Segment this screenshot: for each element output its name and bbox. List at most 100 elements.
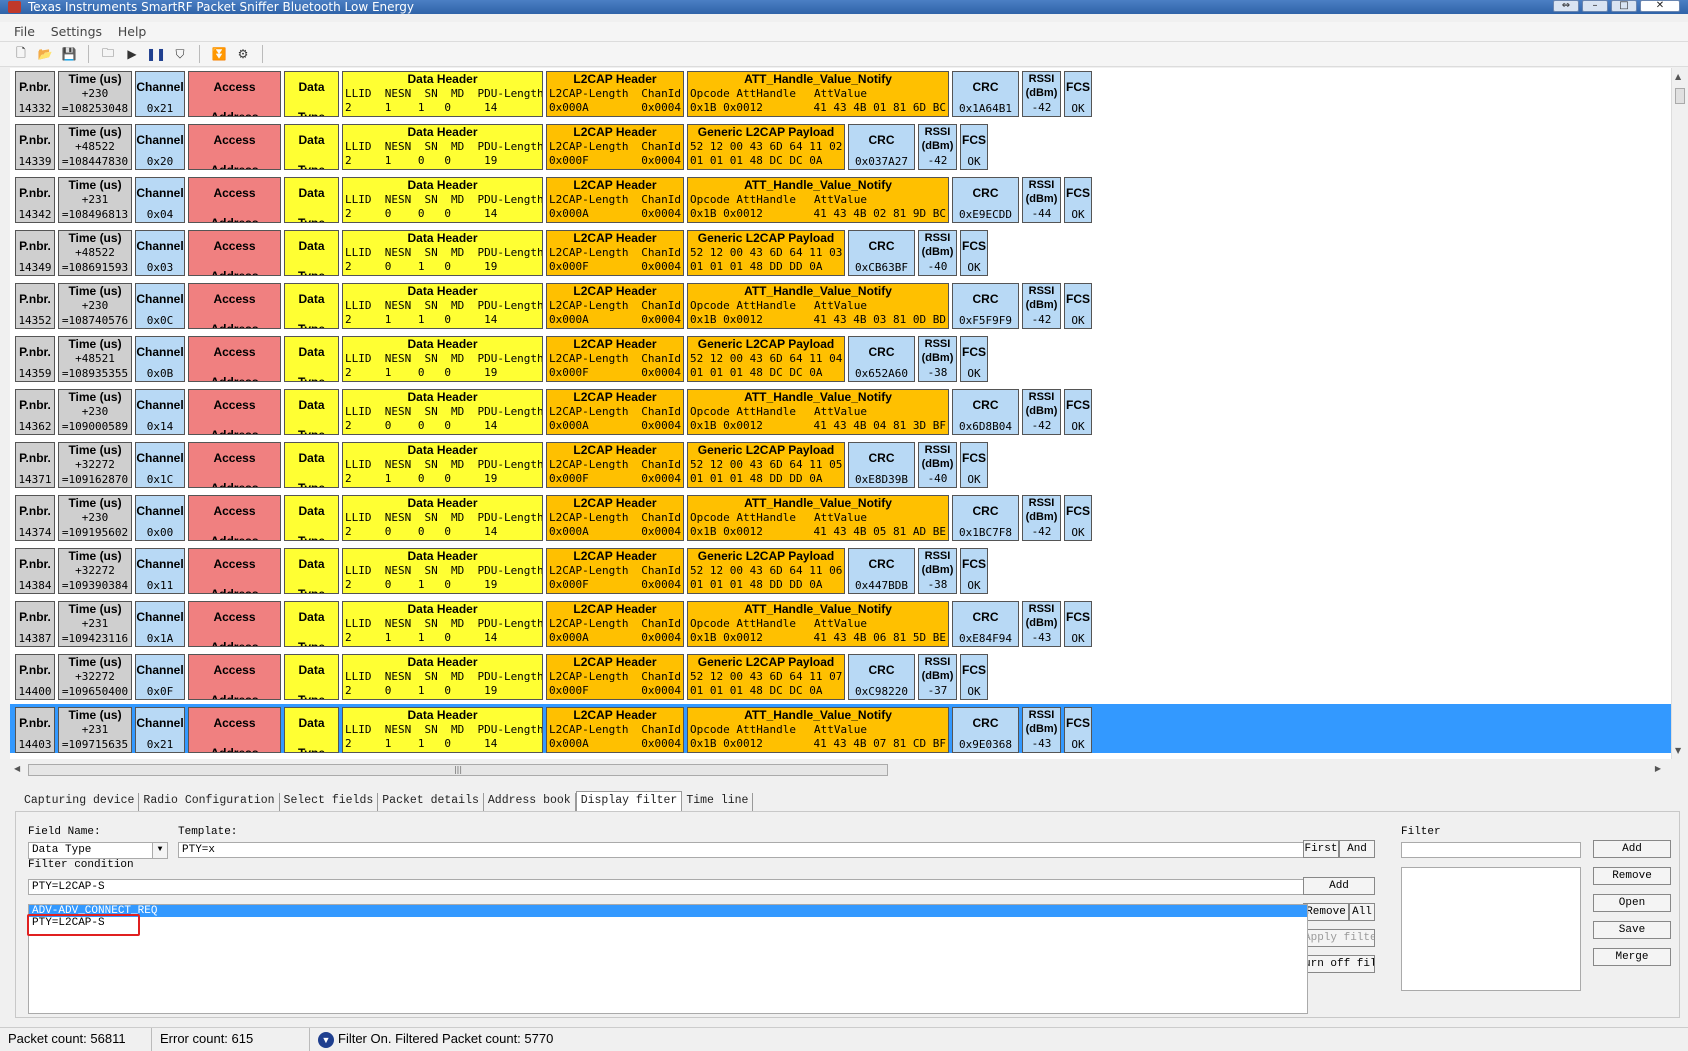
hscroll-thumb[interactable]: ||| xyxy=(28,764,888,776)
add-filter-button[interactable]: Add xyxy=(1593,840,1671,858)
rssi-header: RSSI xyxy=(924,444,951,456)
remove-filter-button[interactable]: Remove xyxy=(1593,867,1671,885)
pause-icon[interactable]: ❚❚ xyxy=(146,45,166,63)
open-folder-icon[interactable]: 📂 xyxy=(36,45,54,63)
time-cell: Time (us) +32272 =109390384 xyxy=(58,548,132,594)
pnbr-header: P.nbr. xyxy=(19,292,51,306)
att-value-label: AttValue xyxy=(813,87,867,100)
and-button[interactable]: And xyxy=(1339,840,1375,858)
tab-radio-configuration[interactable]: Radio Configuration xyxy=(139,793,280,811)
close-button[interactable]: ✕ xyxy=(1640,0,1680,12)
crc-cell: CRC 0xC98220 xyxy=(848,654,915,700)
data-header-cell: Data Header LLID NESN SN MD PDU-Length 2 1… xyxy=(342,71,543,117)
time-value: =109423116 xyxy=(61,632,129,645)
packet-row[interactable]: P.nbr. 14403 Time (us) +231 =109715635 Channe… xyxy=(10,704,1671,753)
list-item[interactable]: PTY=L2CAP-S xyxy=(29,917,1307,929)
vertical-scrollbar[interactable]: ▲ ▼ xyxy=(1671,68,1688,759)
att-title: ATT_Handle_Value_Notify xyxy=(744,284,892,298)
scroll-down-icon[interactable]: ▼ xyxy=(1675,746,1681,755)
packet-list[interactable]: P.nbr. 14332 Time (us) +230 =108253048 Channe… xyxy=(10,68,1671,759)
template-input[interactable]: PTY=x xyxy=(178,842,1308,858)
fcs-value: OK xyxy=(967,261,981,274)
packet-row[interactable]: P.nbr. 14342 Time (us) +231 =108496813 Channe… xyxy=(10,174,1671,223)
tab-time-line[interactable]: Time line xyxy=(682,793,754,811)
merge-filter-button[interactable]: Merge xyxy=(1593,948,1671,966)
time-value: =109000589 xyxy=(61,420,129,433)
packet-row[interactable]: P.nbr. 14384 Time (us) +32272 =109390384 Chan… xyxy=(10,545,1671,594)
rssi-header: RSSI xyxy=(1028,285,1055,297)
horizontal-scrollbar[interactable]: ◀ ||| ▶ xyxy=(10,762,1671,779)
new-file-icon[interactable]: 🗋 xyxy=(12,45,30,63)
filter-condition-input[interactable]: PTY=L2CAP-S xyxy=(28,879,1308,895)
toolbar-separator xyxy=(199,45,200,63)
remove-condition-button[interactable]: Remove xyxy=(1303,903,1349,921)
packet-row[interactable]: P.nbr. 14339 Time (us) +48522 =108447830 Chan… xyxy=(10,121,1671,170)
tab-select-fields[interactable]: Select fields xyxy=(280,793,379,811)
data-type-cell: Data TypeL2CAP-S xyxy=(284,177,339,223)
tab-packet-details[interactable]: Packet details xyxy=(378,793,484,811)
tab-display-filter[interactable]: Display filter xyxy=(575,791,683,811)
settings-icon[interactable]: ⚙ xyxy=(234,45,252,63)
chevron-down-icon[interactable]: ▼ xyxy=(152,843,167,858)
template-label: Template: xyxy=(178,826,238,838)
saved-filters-list[interactable] xyxy=(1401,867,1581,991)
maximize-button[interactable]: □ xyxy=(1611,0,1637,12)
filter-label: Filter xyxy=(1401,826,1441,838)
channel-cell: Channel 0x0C xyxy=(135,283,185,329)
data-header-fields: LLID NESN SN MD PDU-Length xyxy=(345,670,543,683)
data-header-fields: LLID NESN SN MD PDU-Length xyxy=(345,723,543,736)
packet-row[interactable]: P.nbr. 14352 Time (us) +230 =108740576 Channe… xyxy=(10,280,1671,329)
minimize-button[interactable]: – xyxy=(1582,0,1608,12)
packet-row[interactable]: P.nbr. 14387 Time (us) +231 =109423116 Channe… xyxy=(10,598,1671,647)
first-button[interactable]: First xyxy=(1303,840,1339,858)
list-item[interactable]: ADV-ADV_CONNECT_REQ xyxy=(29,905,1307,917)
rssi-unit: (dBm) xyxy=(921,564,954,576)
clear-icon[interactable]: ⛉ xyxy=(171,45,189,63)
scroll-right-icon[interactable]: ▶ xyxy=(1655,764,1661,773)
menu-file[interactable]: File xyxy=(0,22,41,42)
att-value: 41 43 4B 07 81 CD BF xyxy=(813,737,946,750)
pnbr-header: P.nbr. xyxy=(19,716,51,730)
data-header-fields: LLID NESN SN MD PDU-Length xyxy=(345,564,543,577)
data-header-cell: Data Header LLID NESN SN MD PDU-Length 2 0… xyxy=(342,654,543,700)
rssi-value: -43 xyxy=(1031,737,1052,750)
pnbr-cell: P.nbr. 14371 xyxy=(15,442,55,488)
apply-filter-button[interactable]: Apply filter xyxy=(1303,929,1375,947)
packet-row[interactable]: P.nbr. 14374 Time (us) +230 =109195602 Channe… xyxy=(10,492,1671,541)
save-icon[interactable]: 💾 xyxy=(60,45,78,63)
add-condition-button[interactable]: Add xyxy=(1303,877,1375,895)
packet-row[interactable]: P.nbr. 14359 Time (us) +48521 =108935355 Chan… xyxy=(10,333,1671,382)
channel-header: Channel xyxy=(136,239,184,253)
att-notify-cell: ATT_Handle_Value_Notify Opcode AttHandle A… xyxy=(687,707,949,753)
scroll-thumb[interactable] xyxy=(1675,88,1685,104)
folder-icon[interactable]: 🗀 xyxy=(99,45,117,63)
autoscroll-icon[interactable]: ⏬ xyxy=(210,45,228,63)
play-icon[interactable]: ▶ xyxy=(123,45,141,63)
l2cap-length-label: L2CAP-Length xyxy=(549,670,629,683)
att-opcode-label: Opcode AttHandle xyxy=(690,87,796,100)
att-notify-cell: ATT_Handle_Value_Notify Opcode AttHandle A… xyxy=(687,71,949,117)
packet-row[interactable]: P.nbr. 14400 Time (us) +32272 =109650400 Chan… xyxy=(10,651,1671,700)
tab-address-book[interactable]: Address book xyxy=(484,793,576,811)
save-filter-button[interactable]: Save xyxy=(1593,921,1671,939)
field-name-select[interactable]: Data Type ▼ xyxy=(28,842,168,859)
remove-all-button[interactable]: All xyxy=(1349,903,1375,921)
packet-row[interactable]: P.nbr. 14332 Time (us) +230 =108253048 Channe… xyxy=(10,68,1671,117)
tab-capturing-device[interactable]: Capturing device xyxy=(20,793,140,811)
scroll-up-icon[interactable]: ▲ xyxy=(1675,72,1681,81)
scroll-left-icon[interactable]: ◀ xyxy=(14,764,20,773)
rssi-cell: RSSI (dBm) -37 xyxy=(918,654,957,700)
packet-row[interactable]: P.nbr. 14349 Time (us) +48522 =108691593 Chan… xyxy=(10,227,1671,276)
menu-help[interactable]: Help xyxy=(112,22,153,42)
packet-row[interactable]: P.nbr. 14371 Time (us) +32272 =109162870 Chan… xyxy=(10,439,1671,488)
menu-settings[interactable]: Settings xyxy=(45,22,108,42)
open-filter-button[interactable]: Open xyxy=(1593,894,1671,912)
crc-header: CRC xyxy=(972,504,999,518)
fcs-cell: FCS OK xyxy=(1064,495,1092,541)
packet-row[interactable]: P.nbr. 14362 Time (us) +230 =109000589 Channe… xyxy=(10,386,1671,435)
restore-icon[interactable]: ⇔ xyxy=(1553,0,1579,12)
filter-condition-list[interactable]: ADV-ADV_CONNECT_REQ PTY=L2CAP-S xyxy=(28,904,1308,1014)
crc-header: CRC xyxy=(868,557,895,571)
filter-name-input[interactable] xyxy=(1401,842,1581,858)
turn-off-filter-button[interactable]: urn off filte xyxy=(1303,955,1375,973)
